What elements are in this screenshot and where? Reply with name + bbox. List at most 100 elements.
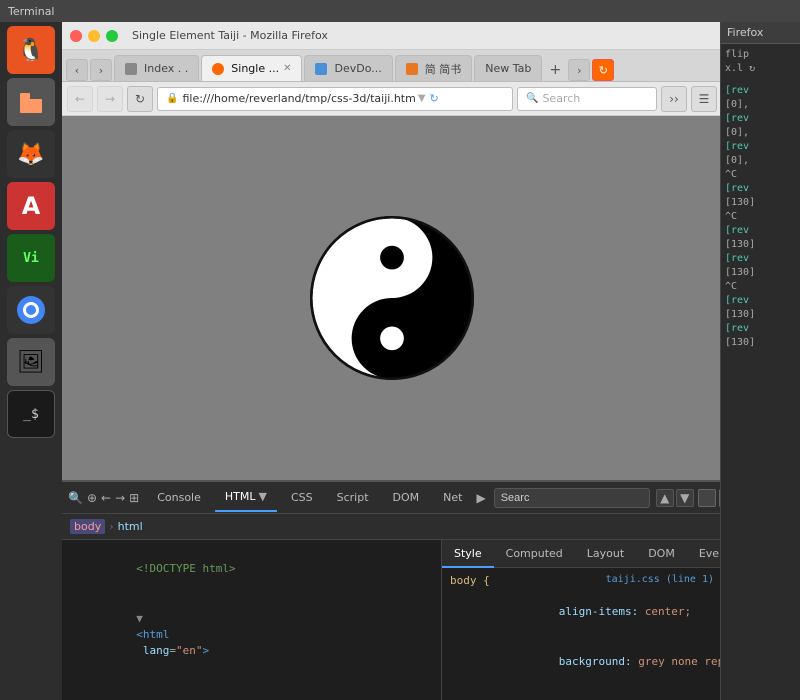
dt-styles-panel: Style Computed Layout DOM Events body { … bbox=[442, 540, 722, 700]
dt-search-down[interactable]: ▼ bbox=[676, 489, 694, 507]
dt-styles-tab-dom2[interactable]: DOM bbox=[636, 540, 687, 568]
ff-close-btn[interactable] bbox=[70, 30, 82, 42]
ff-url-bar[interactable]: 🔒 file:///home/reverland/tmp/css-3d/taij… bbox=[157, 87, 513, 111]
devtools-panel: 🔍 ⊕ ← → ⊞ Console HTML ▼ CSS Script DOM bbox=[62, 480, 722, 700]
ff-tab-jianshu[interactable]: 简 简书 bbox=[395, 55, 473, 81]
ff-tab-overflow[interactable]: › bbox=[568, 59, 590, 81]
dt-prop-align: align-items: center; bbox=[450, 587, 714, 637]
extra-line-xl: x.l ↻ bbox=[725, 62, 796, 76]
dt-search-nav: ▲ ▼ bbox=[656, 489, 694, 507]
sidebar-icon-vim[interactable]: Vi bbox=[7, 234, 55, 282]
dt-picker-icon[interactable]: ⊕ bbox=[87, 487, 97, 509]
sidebar-icon-terminal[interactable]: _$ bbox=[7, 390, 55, 438]
extra-term-line-6: [0], bbox=[725, 154, 796, 168]
ff-tab-forward[interactable]: › bbox=[90, 59, 112, 81]
ff-tabs-bar: ‹ › Index . . Single ... ✕ DevDo... 简 简书… bbox=[62, 50, 722, 82]
dt-tab-dom[interactable]: DOM bbox=[383, 484, 430, 512]
extra-right-panel: Firefox flip x.l ↻ [rev [0], [rev [0], [… bbox=[720, 22, 800, 700]
extra-term-line-1: [rev bbox=[725, 84, 796, 98]
ff-search-icon: 🔍 bbox=[526, 93, 538, 104]
html-html-line[interactable]: ▼ <html lang="en"> bbox=[66, 594, 437, 676]
dt-styles-tab-computed[interactable]: Computed bbox=[494, 540, 575, 568]
dt-breadcrumb: body › html bbox=[62, 514, 722, 540]
dt-rule-selector: body { taiji.css (line 1) bbox=[450, 574, 714, 587]
html-doctype-line: <!DOCTYPE html> bbox=[66, 544, 437, 594]
dt-nav-back[interactable]: ← bbox=[101, 487, 111, 509]
extra-term-line-13: [rev bbox=[725, 252, 796, 266]
sidebar-icon-firefox[interactable]: 🦊 bbox=[7, 130, 55, 178]
dt-expand-panels[interactable]: ▶ bbox=[476, 487, 485, 509]
extra-term-line-17: [130] bbox=[725, 308, 796, 322]
ff-maximize-btn[interactable] bbox=[106, 30, 118, 42]
yin-yang-symbol bbox=[307, 213, 477, 383]
ff-url-protocol-icon: 🔒 bbox=[166, 93, 178, 104]
extra-panel-title: Firefox bbox=[721, 22, 800, 44]
ff-forward-btn[interactable]: → bbox=[97, 86, 123, 112]
sidebar-icon-chromium[interactable] bbox=[7, 286, 55, 334]
ff-page-content bbox=[62, 116, 722, 480]
dt-tab-net[interactable]: Net bbox=[433, 484, 472, 512]
dt-styles-tab-events[interactable]: Events bbox=[687, 540, 722, 568]
dt-tab-css[interactable]: CSS bbox=[281, 484, 323, 512]
dt-styles-content: body { taiji.css (line 1) align-items: c… bbox=[442, 568, 722, 700]
dt-styles-tab-layout[interactable]: Layout bbox=[575, 540, 636, 568]
firefox-window: Single Element Taiji - Mozilla Firefox ‹… bbox=[62, 22, 722, 700]
extra-term-line-3: [rev bbox=[725, 112, 796, 126]
ff-search-bar[interactable]: 🔍 Search bbox=[517, 87, 657, 111]
ff-tab-devdo-label: DevDo... bbox=[334, 62, 381, 75]
sidebar-icon-ubuntu[interactable]: 🐧 bbox=[7, 26, 55, 74]
ff-tab-devdo[interactable]: DevDo... bbox=[304, 55, 392, 81]
terminal-title: Terminal bbox=[8, 5, 55, 18]
dt-tab-script[interactable]: Script bbox=[327, 484, 379, 512]
terminal-titlebar: Terminal bbox=[0, 0, 800, 22]
dt-minimize[interactable] bbox=[698, 489, 716, 507]
ff-sync-btn[interactable]: ↻ bbox=[592, 59, 614, 81]
extra-term-line-12: [130] bbox=[725, 238, 796, 252]
extra-term-line-16: [rev bbox=[725, 294, 796, 308]
extra-term-line-10: ^C bbox=[725, 210, 796, 224]
dt-search-up[interactable]: ▲ bbox=[656, 489, 674, 507]
sidebar-icon-imageviewer[interactable]: 🖼 bbox=[7, 338, 55, 386]
extra-term-line-14: [130] bbox=[725, 266, 796, 280]
dt-html-dropdown[interactable]: ▼ bbox=[259, 490, 267, 503]
extra-term-line-7: ^C bbox=[725, 168, 796, 182]
extra-term-line-8: [rev bbox=[725, 182, 796, 196]
extra-term-line-19: [130] bbox=[725, 336, 796, 350]
ff-tab-single[interactable]: Single ... ✕ bbox=[201, 55, 302, 81]
dt-rule-body: body { taiji.css (line 1) align-items: c… bbox=[450, 574, 714, 700]
extra-term-line-2: [0], bbox=[725, 98, 796, 112]
ff-reload-btn[interactable]: ↻ bbox=[127, 86, 153, 112]
extra-term-line-5: [rev bbox=[725, 140, 796, 154]
dt-styles-tab-style[interactable]: Style bbox=[442, 540, 494, 568]
ff-titlebar: Single Element Taiji - Mozilla Firefox bbox=[62, 22, 722, 50]
dt-inspector-icon[interactable]: 🔍 bbox=[68, 487, 83, 509]
ff-tab-newtab-label: New Tab bbox=[485, 62, 531, 75]
sidebar-icon-files[interactable] bbox=[7, 78, 55, 126]
dt-search-input[interactable] bbox=[494, 488, 650, 508]
ff-minimize-btn[interactable] bbox=[88, 30, 100, 42]
dt-nav-forward[interactable]: → bbox=[115, 487, 125, 509]
ff-url-dropdown[interactable]: ▼ bbox=[418, 93, 426, 104]
ff-tab-index[interactable]: Index . . bbox=[114, 55, 199, 81]
dt-breadcrumb-body[interactable]: body bbox=[70, 519, 105, 534]
dt-breadcrumb-html[interactable]: html bbox=[118, 520, 143, 533]
dt-expand-btn[interactable]: ⊞ bbox=[129, 487, 139, 509]
ff-title: Single Element Taiji - Mozilla Firefox bbox=[132, 29, 328, 42]
ff-tab-single-close[interactable]: ✕ bbox=[283, 63, 291, 74]
ff-tab-back[interactable]: ‹ bbox=[66, 59, 88, 81]
dt-styles-tabs: Style Computed Layout DOM Events bbox=[442, 540, 722, 568]
dt-tab-html[interactable]: HTML ▼ bbox=[215, 484, 277, 512]
ff-overflow-btn[interactable]: ›› bbox=[661, 86, 687, 112]
dt-tab-console[interactable]: Console bbox=[147, 484, 211, 512]
ff-menu-btn[interactable]: ☰ bbox=[691, 86, 717, 112]
ff-back-btn[interactable]: ← bbox=[67, 86, 93, 112]
html-head-line[interactable]: ▶ <head> bbox=[66, 676, 437, 700]
extra-terminal-content: flip x.l ↻ [rev [0], [rev [0], [rev [0],… bbox=[721, 44, 800, 354]
ff-tab-newtab[interactable]: New Tab bbox=[474, 55, 542, 81]
ff-tab-jianshu-label: 简 简书 bbox=[425, 61, 462, 77]
dt-html-panel: <!DOCTYPE html> ▼ <html lang="en"> ▶ <he… bbox=[62, 540, 442, 700]
ff-new-tab-btn[interactable]: + bbox=[544, 59, 566, 81]
sidebar-icon-fontviewer[interactable]: A bbox=[7, 182, 55, 230]
ff-reload-url-btn[interactable]: ↻ bbox=[430, 92, 439, 105]
ff-toolbar: ← → ↻ 🔒 file:///home/reverland/tmp/css-3… bbox=[62, 82, 722, 116]
